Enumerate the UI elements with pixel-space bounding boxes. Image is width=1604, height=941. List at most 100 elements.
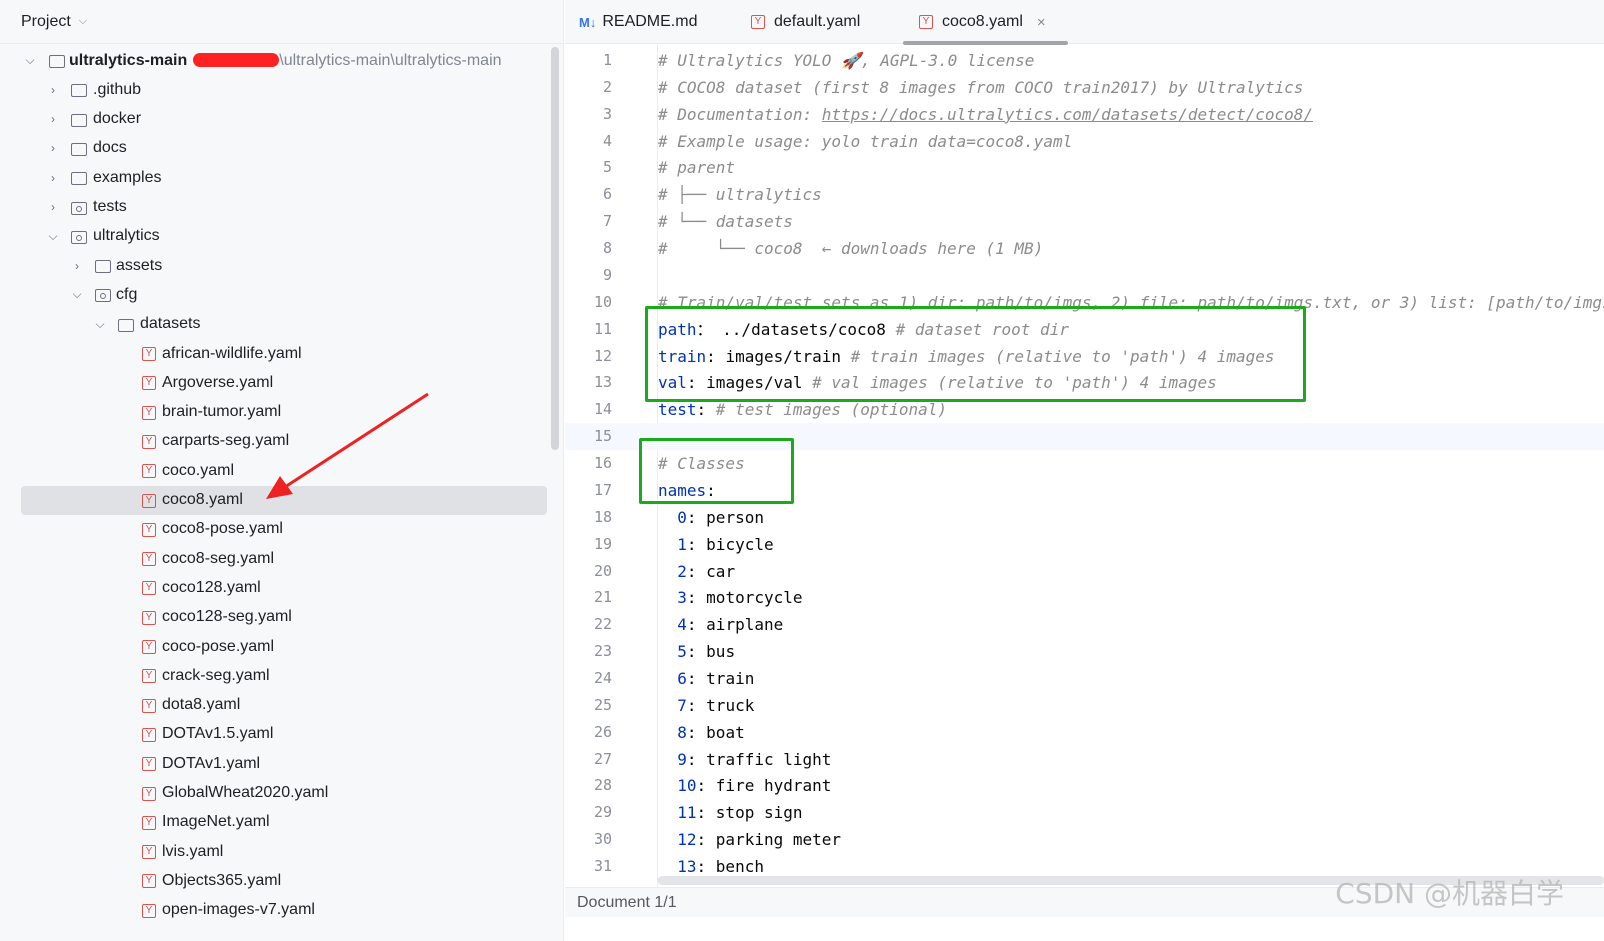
tree-item[interactable]: ⌵ ultralytics	[21, 222, 547, 251]
tree-item[interactable]: Ycoco.yaml	[21, 456, 547, 485]
code-token: : bench	[696, 857, 764, 877]
code-token: : stop sign	[696, 803, 803, 823]
tree-item[interactable]: Ycoco-pose.yaml	[21, 632, 547, 661]
chevron-down-icon[interactable]: ⌵	[71, 287, 83, 302]
tree-item-label: Objects365.yaml	[162, 871, 282, 889]
tab-label: default.yaml	[774, 13, 861, 30]
line-number: 22	[593, 615, 612, 634]
watermark: CSDN @机器白学	[1335, 877, 1564, 910]
tree-item[interactable]: Yafrican-wildlife.yaml	[21, 339, 547, 368]
code-line: 1 # Ultralytics YOLO 🚀, AGPL-3.0 license	[565, 47, 1604, 74]
chevron-right-icon[interactable]: ›	[47, 112, 59, 126]
tree-item[interactable]: Ycrack-seg.yaml	[21, 661, 547, 690]
tree-item[interactable]: › examples	[21, 163, 547, 192]
chevron-down-icon[interactable]: ⌵	[94, 317, 106, 332]
code-line: 9	[565, 262, 1604, 289]
yaml-file-icon: Y	[142, 640, 156, 654]
tree-item[interactable]: Y DOTAv1.yaml	[21, 749, 547, 778]
chevron-right-icon[interactable]: ›	[47, 171, 59, 185]
yaml-file-icon: Y	[142, 727, 156, 742]
doc-link[interactable]: https://docs.ultralytics.com/datasets/de…	[822, 105, 1313, 124]
code-text: 5: bus	[658, 638, 735, 665]
code-line: 26 8: boat	[565, 719, 1604, 746]
tree-item[interactable]: › .github	[21, 75, 547, 104]
tab-coco8-yaml[interactable]: Y coco8.yaml ×	[903, 0, 1068, 45]
tree-item[interactable]: Y Argoverse.yaml	[21, 368, 547, 397]
yaml-key: 11	[677, 803, 697, 823]
code-token: : boat	[686, 722, 745, 742]
yaml-key: 8	[677, 722, 687, 742]
code-line: 2 # COCO8 dataset (first 8 images from CO…	[565, 74, 1604, 101]
code-line: 27 9: traffic light	[565, 746, 1604, 773]
tree-item[interactable]: › tests	[21, 193, 547, 222]
tab-readme[interactable]: M↓ README.md	[579, 0, 697, 44]
code-token: : fire hydrant	[696, 776, 832, 796]
tree-item-label: cfg	[116, 285, 138, 303]
line-number: 7	[602, 212, 612, 231]
chevron-right-icon[interactable]: ›	[47, 200, 59, 214]
tree-item-label: brain-tumor.yaml	[162, 403, 282, 421]
tree-item-label: dota8.yaml	[162, 696, 241, 714]
code-line: 19 1: bicycle	[565, 531, 1604, 558]
line-number: 6	[602, 185, 612, 204]
editor-tabs: M↓ README.md Y default.yaml Y coco8.yaml…	[565, 0, 1604, 45]
tree-item[interactable]: Ycoco128-seg.yaml	[21, 603, 547, 632]
chevron-right-icon[interactable]: ›	[47, 83, 59, 97]
sidebar-scrollbar[interactable]	[551, 47, 559, 450]
tree-item[interactable]: Ybrain-tumor.yaml	[21, 398, 547, 427]
tree-item[interactable]: Ycoco8-seg.yaml	[21, 544, 547, 573]
tree-item-label: examples	[93, 168, 162, 186]
chevron-down-icon[interactable]: ⌵	[24, 53, 36, 68]
tree-item[interactable]: ⌵ cfg	[21, 280, 547, 309]
line-number: 24	[593, 669, 612, 687]
tree-item-label: lvis.yaml	[162, 842, 224, 860]
code-text: 10: fire hydrant	[658, 772, 831, 799]
tree-item[interactable]: Ycoco128.yaml	[21, 573, 547, 602]
close-tab-icon[interactable]: ×	[1037, 14, 1046, 31]
yaml-file-icon: Y	[142, 874, 156, 889]
tree-item[interactable]: ⌵ datasets	[21, 310, 547, 339]
code-line: 6 # ├── ultralytics	[565, 181, 1604, 208]
tab-default-yaml[interactable]: Y default.yaml	[751, 0, 860, 44]
tree-item[interactable]: Ycoco8.yaml	[21, 485, 547, 515]
tree-item-label: carparts-seg.yaml	[162, 432, 290, 450]
module-folder-icon	[71, 230, 87, 244]
code-text: # COCO8 dataset (first 8 images from COC…	[658, 74, 1303, 101]
comment: # test images (optional)	[715, 400, 947, 420]
tree-item[interactable]: Y DOTAv1.5.yaml	[21, 720, 547, 749]
folder-icon	[49, 55, 65, 68]
code-line: 24 6: train	[565, 665, 1604, 692]
code-line: 22 4: airplane	[565, 611, 1604, 638]
chevron-right-icon[interactable]: ›	[71, 259, 83, 273]
tree-item[interactable]: Ylvis.yaml	[21, 837, 547, 866]
yaml-file-icon: Y	[142, 903, 156, 918]
yaml-file-icon: Y	[142, 581, 156, 596]
code-token: : train	[686, 669, 755, 688]
yaml-file-icon: Y	[142, 347, 156, 361]
tree-item[interactable]: Y GlobalWheat2020.yaml	[21, 779, 547, 808]
yaml-key: 3	[677, 588, 687, 608]
chevron-right-icon[interactable]: ›	[47, 141, 59, 155]
module-folder-icon	[71, 201, 87, 215]
tree-item[interactable]: Ydota8.yaml	[21, 691, 547, 720]
tree-item[interactable]: Y ImageNet.yaml	[21, 808, 547, 837]
tree-item-label: crack-seg.yaml	[162, 666, 270, 684]
tree-item[interactable]: Y Objects365.yaml	[21, 866, 547, 895]
chevron-down-icon[interactable]: ⌵	[47, 229, 59, 244]
tree-root-ultralytics-main[interactable]: ⌵ ultralytics-main \ultralytics-main\ultr…	[21, 46, 547, 75]
tree-item[interactable]: Ycoco8-pose.yaml	[21, 515, 547, 544]
project-view-selector[interactable]: Project ⌵	[0, 0, 563, 44]
tree-item[interactable]: Yopen-images-v7.yaml	[21, 896, 547, 925]
yaml-key: 6	[677, 669, 687, 688]
tree-item[interactable]: › docker	[21, 105, 547, 134]
tree-item[interactable]: › assets	[21, 251, 547, 280]
tree-item[interactable]: › docs	[21, 134, 547, 163]
yaml-key: 4	[677, 615, 687, 635]
tree-item[interactable]: Ycarparts-seg.yaml	[21, 427, 547, 456]
tree-item-label: coco128-seg.yaml	[162, 608, 292, 626]
